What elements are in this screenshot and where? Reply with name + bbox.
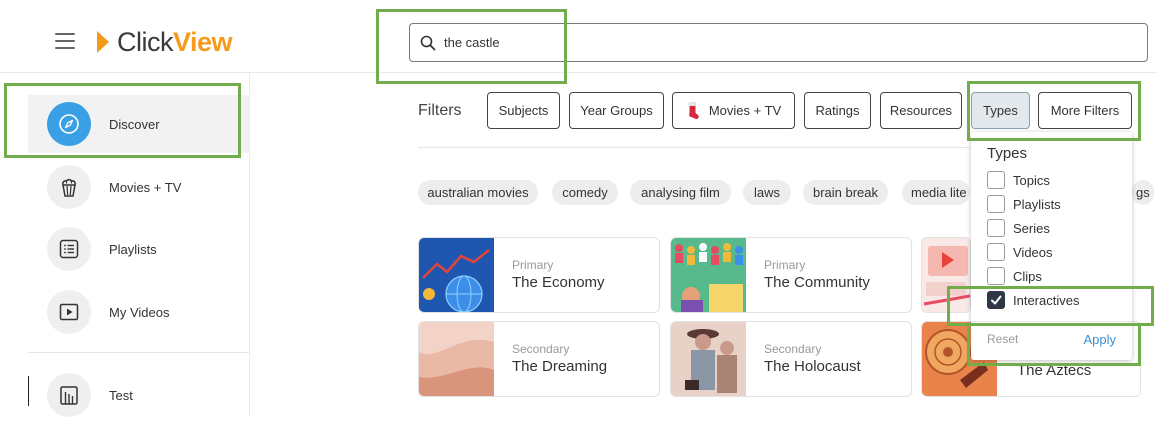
filter-movies-tv-button[interactable]: Movies + TV — [672, 92, 795, 129]
topic-card-holocaust[interactable]: Secondary The Holocaust — [670, 321, 912, 397]
filter-ratings-button[interactable]: Ratings — [804, 92, 871, 129]
filters-separator — [418, 147, 970, 148]
chart-icon — [47, 373, 91, 417]
checkbox[interactable] — [987, 219, 1005, 237]
type-option-topics[interactable]: Topics — [987, 170, 1050, 190]
tag-chip[interactable]: gs — [1132, 180, 1154, 205]
checkbox[interactable] — [987, 267, 1005, 285]
search-icon — [420, 35, 436, 50]
card-level: Secondary — [764, 342, 822, 356]
sidebar-separator — [28, 352, 249, 353]
card-title: The Economy — [512, 274, 605, 291]
checkbox-checked[interactable] — [987, 291, 1005, 309]
checkbox[interactable] — [987, 195, 1005, 213]
type-option-clips[interactable]: Clips — [987, 266, 1042, 286]
hamburger-menu-icon[interactable] — [55, 33, 75, 49]
type-option-series[interactable]: Series — [987, 218, 1050, 238]
type-option-interactives[interactable]: Interactives — [987, 290, 1079, 310]
tag-chip[interactable]: laws — [743, 180, 791, 205]
sidebar-item-movies-tv[interactable]: Movies + TV — [28, 158, 249, 216]
checkbox[interactable] — [987, 243, 1005, 261]
filter-resources-button[interactable]: Resources — [880, 92, 962, 129]
card-level: Primary — [512, 258, 554, 272]
popcorn-icon — [47, 165, 91, 209]
card-title: The Dreaming — [512, 358, 608, 375]
card-thumbnail — [671, 238, 746, 312]
sidebar-item-label: Discover — [109, 116, 160, 132]
tag-chip[interactable]: media lite — [902, 180, 970, 205]
header-divider — [0, 72, 1157, 73]
tag-chip[interactable]: brain break — [803, 180, 888, 205]
card-thumbnail — [922, 238, 970, 312]
search-input[interactable] — [444, 35, 1044, 50]
card-level: Secondary — [512, 342, 570, 356]
checkbox[interactable] — [987, 171, 1005, 189]
filter-movies-tv-label: Movies + TV — [708, 103, 782, 118]
filter-year-groups-button[interactable]: Year Groups — [569, 92, 664, 129]
tag-chip[interactable]: comedy — [552, 180, 618, 205]
reset-button[interactable]: Reset — [987, 332, 1018, 346]
topic-card-partial[interactable] — [921, 237, 971, 313]
filter-types-button[interactable]: Types — [971, 92, 1030, 129]
sidebar-item-discover[interactable]: Discover — [28, 95, 249, 153]
sidebar-item-playlists[interactable]: Playlists — [28, 220, 249, 278]
topic-card-community[interactable]: Primary The Community — [670, 237, 912, 313]
checkmark-icon — [991, 295, 1002, 305]
card-title: The Community — [764, 274, 870, 291]
apply-button[interactable]: Apply — [1083, 332, 1116, 347]
card-thumbnail — [419, 322, 494, 396]
clickview-logo[interactable]: Click View — [97, 26, 233, 58]
filter-more-filters-button[interactable]: More Filters — [1038, 92, 1132, 129]
sidebar-item-label: Movies + TV — [109, 179, 182, 195]
types-dropdown-title: Types — [987, 145, 1028, 162]
compass-icon — [47, 102, 91, 146]
card-thumbnail — [671, 322, 746, 396]
sidebar-divider — [249, 72, 250, 417]
sidebar-item-label: Playlists — [109, 241, 157, 257]
filters-label: Filters — [418, 102, 462, 119]
card-title: The Aztecs — [1017, 362, 1092, 379]
tag-chip[interactable]: australian movies — [418, 180, 538, 205]
type-option-playlists[interactable]: Playlists — [987, 194, 1061, 214]
filter-subjects-button[interactable]: Subjects — [487, 92, 560, 129]
topic-card-dreaming[interactable]: Secondary The Dreaming — [418, 321, 660, 397]
types-dropdown: Types Topics Playlists Series Videos Cli… — [971, 132, 1132, 360]
playlist-icon — [47, 227, 91, 271]
card-title: The Holocaust — [764, 358, 861, 375]
sidebar-item-test[interactable]: Test — [28, 366, 249, 424]
topic-card-economy[interactable]: Primary The Economy — [418, 237, 660, 313]
type-option-videos[interactable]: Videos — [987, 242, 1053, 262]
card-thumbnail — [419, 238, 494, 312]
card-level: Primary — [764, 258, 806, 272]
sidebar-item-label: My Videos — [109, 304, 170, 320]
stocking-icon — [688, 101, 699, 119]
sidebar-item-my-videos[interactable]: My Videos — [28, 283, 249, 341]
play-icon — [47, 290, 91, 334]
search-bar[interactable] — [409, 23, 1148, 62]
logo-play-icon — [97, 31, 109, 53]
tag-chip[interactable]: analysing film — [630, 180, 731, 205]
dropdown-separator — [971, 321, 1132, 322]
sidebar-item-label: Test — [109, 387, 133, 403]
